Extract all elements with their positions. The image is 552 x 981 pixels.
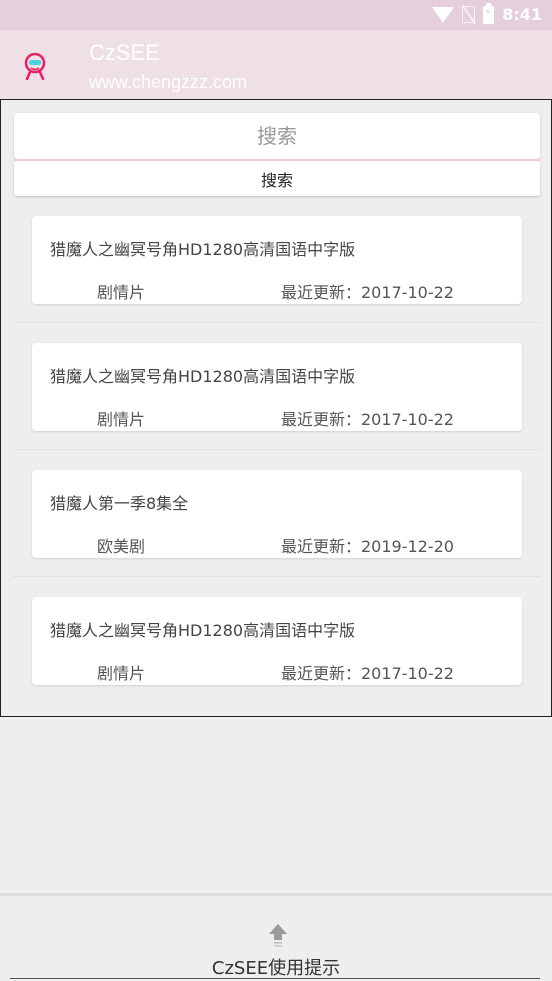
search-input[interactable] [14, 113, 540, 159]
list-item: 猎魔人之幽冥号角HD1280高清国语中字版 剧情片 最近更新：2017-10-2… [13, 196, 541, 323]
result-category: 欧美剧 [97, 537, 146, 556]
no-sim-icon [462, 6, 476, 23]
app-bar: CzSEE www.chengzzz.com [0, 30, 552, 100]
usage-tips-label: CzSEE使用提示 [211, 958, 341, 979]
result-category: 剧情片 [97, 664, 146, 683]
result-card[interactable]: 猎魔人之幽冥号角HD1280高清国语中字版 剧情片 最近更新：2017-10-2… [32, 597, 522, 685]
result-title: 猎魔人之幽冥号角HD1280高清国语中字版 [50, 240, 356, 259]
result-category: 剧情片 [97, 283, 146, 302]
result-card[interactable]: 猎魔人之幽冥号角HD1280高清国语中字版 剧情片 最近更新：2017-10-2… [32, 343, 522, 431]
robot-face-icon [24, 52, 46, 80]
result-updated: 最近更新：2017-10-22 [281, 664, 454, 683]
bottom-line [10, 978, 540, 979]
list-item: 猎魔人第一季8集全 欧美剧 最近更新：2019-12-20 [13, 450, 541, 577]
result-card[interactable]: 猎魔人之幽冥号角HD1280高清国语中字版 剧情片 最近更新：2017-10-2… [32, 216, 522, 304]
search-button[interactable]: 搜索 [14, 161, 540, 196]
wifi-icon [432, 6, 455, 23]
up-arrow-icon [269, 924, 287, 947]
result-updated: 最近更新：2017-10-22 [281, 410, 454, 429]
result-title: 猎魔人之幽冥号角HD1280高清国语中字版 [50, 621, 356, 640]
list-item: 猎魔人之幽冥号角HD1280高清国语中字版 剧情片 最近更新：2017-10-2… [13, 323, 541, 450]
result-title: 猎魔人之幽冥号角HD1280高清国语中字版 [50, 367, 356, 386]
bottom-sheet-handle[interactable]: CzSEE使用提示 [0, 896, 552, 981]
result-card[interactable]: 猎魔人第一季8集全 欧美剧 最近更新：2019-12-20 [32, 470, 522, 558]
result-category: 剧情片 [97, 410, 146, 429]
result-updated: 最近更新：2019-12-20 [281, 537, 454, 556]
status-time: 8:41 [502, 5, 542, 24]
status-bar: 8:41 [0, 0, 552, 30]
app-title: CzSEE [89, 40, 160, 65]
list-item: 猎魔人之幽冥号角HD1280高清国语中字版 剧情片 最近更新：2017-10-2… [13, 577, 541, 704]
status-icons: 8:41 [432, 2, 542, 24]
results-list: 猎魔人之幽冥号角HD1280高清国语中字版 剧情片 最近更新：2017-10-2… [13, 196, 541, 704]
battery-charging-icon [483, 2, 495, 24]
app-subtitle: www.chengzzz.com [89, 72, 248, 92]
search-panel: 搜索 猎魔人之幽冥号角HD1280高清国语中字版 剧情片 最近更新：2017-1… [0, 99, 552, 717]
result-updated: 最近更新：2017-10-22 [281, 283, 454, 302]
result-title: 猎魔人第一季8集全 [50, 494, 189, 513]
